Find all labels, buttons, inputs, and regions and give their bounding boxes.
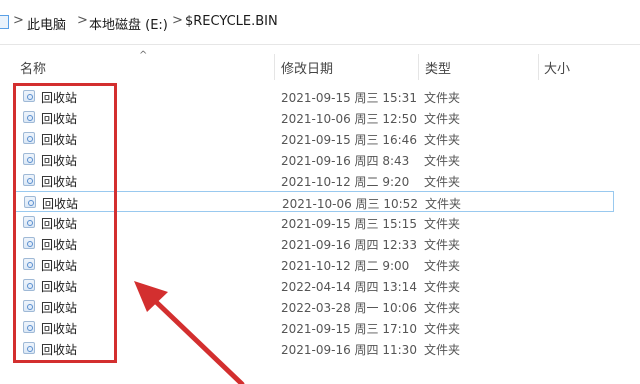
- annotation-arrow-icon: [134, 281, 245, 384]
